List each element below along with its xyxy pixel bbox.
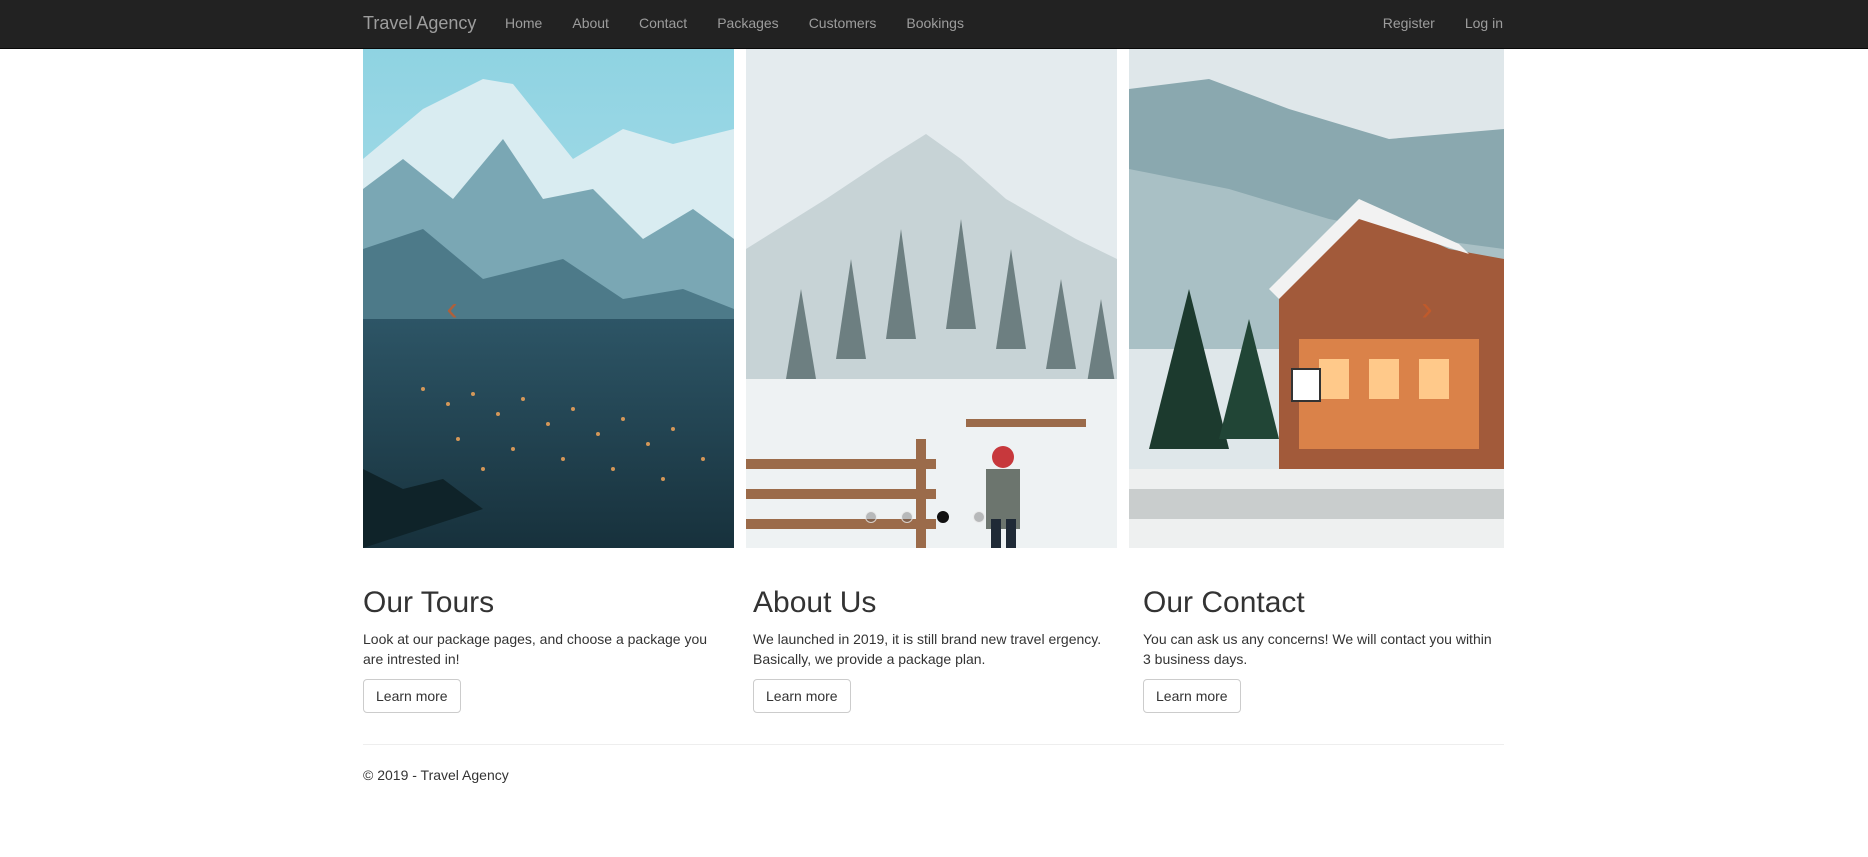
tours-heading: Our Tours <box>363 586 495 619</box>
nav-customers-link[interactable]: Customers <box>809 15 877 31</box>
carousel-indicator[interactable] <box>901 511 913 523</box>
carousel-prev-button[interactable]: ‹ <box>437 289 467 329</box>
nav-about-link[interactable]: About <box>572 15 609 31</box>
carousel-indicator[interactable] <box>937 511 949 523</box>
main-nav: Home About Contact Packages Customers Bo… <box>505 14 994 33</box>
top-navbar: Travel Agency Home About Contact Package… <box>0 0 1868 49</box>
login-link[interactable]: Log in <box>1465 15 1503 31</box>
carousel-image-snowy-lodge <box>1129 49 1504 548</box>
about-heading: About Us <box>753 586 877 619</box>
contact-column: Our Contact You can ask us any concerns!… <box>1143 585 1503 713</box>
contact-text: You can ask us any concerns! We will con… <box>1143 631 1492 667</box>
brand-link[interactable]: Travel Agency <box>363 12 476 34</box>
footer-divider <box>363 744 1504 745</box>
about-text: We launched in 2019, it is still brand n… <box>753 631 1102 667</box>
tours-column: Our Tours Look at our package pages, and… <box>363 585 723 713</box>
account-nav: Register Log in <box>1353 14 1503 33</box>
about-column: About Us We launched in 2019, it is stil… <box>753 585 1113 713</box>
nav-contact-link[interactable]: Contact <box>639 15 687 31</box>
chevron-right-icon: › <box>1421 290 1433 328</box>
page-footer: © 2019 - Travel Agency <box>363 767 509 783</box>
image-carousel: ‹ › <box>363 49 1504 548</box>
contact-learn-more-button[interactable]: Learn more <box>1143 679 1241 713</box>
chevron-left-icon: ‹ <box>446 290 458 328</box>
contact-heading: Our Contact <box>1143 586 1305 619</box>
nav-home-link[interactable]: Home <box>505 15 542 31</box>
carousel-indicator[interactable] <box>865 511 877 523</box>
carousel-indicator[interactable] <box>973 511 985 523</box>
tours-learn-more-button[interactable]: Learn more <box>363 679 461 713</box>
carousel-image-snowy-walkway <box>746 49 1117 548</box>
tours-text: Look at our package pages, and choose a … <box>363 631 708 667</box>
carousel-image-mountain-town <box>363 49 734 548</box>
nav-packages-link[interactable]: Packages <box>717 15 778 31</box>
nav-bookings-link[interactable]: Bookings <box>906 15 964 31</box>
register-link[interactable]: Register <box>1383 15 1435 31</box>
copyright-text: © 2019 - Travel Agency <box>363 767 509 783</box>
about-learn-more-button[interactable]: Learn more <box>753 679 851 713</box>
carousel-next-button[interactable]: › <box>1412 289 1442 329</box>
carousel-indicators <box>865 511 1009 523</box>
